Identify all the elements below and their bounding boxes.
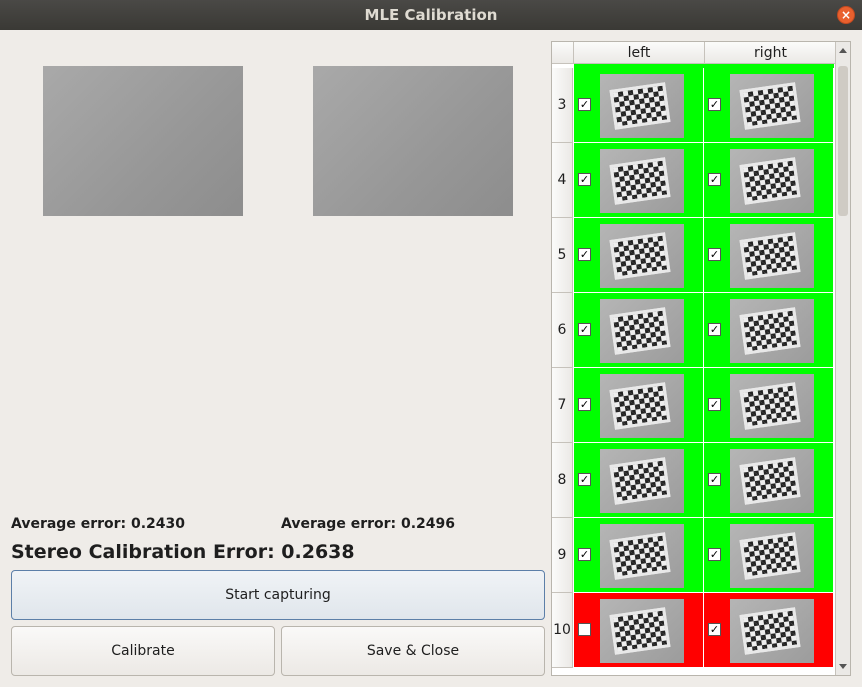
row-header[interactable]: 7 xyxy=(552,368,573,443)
window-title: MLE Calibration xyxy=(364,6,498,24)
checkerboard-icon xyxy=(739,82,801,130)
checkerboard-icon xyxy=(609,532,671,580)
left-include-checkbox[interactable]: ✓ xyxy=(578,98,591,111)
left-image-cell[interactable]: ✓ xyxy=(574,143,704,218)
row-header[interactable]: 9 xyxy=(552,518,573,593)
right-checkerboard-thumbnail xyxy=(730,74,814,138)
checkerboard-icon xyxy=(609,382,671,430)
checkerboard-icon xyxy=(739,232,801,280)
row-header[interactable]: 10 xyxy=(552,593,573,668)
right-image-cell[interactable]: ✓ xyxy=(704,368,834,443)
left-include-checkbox[interactable]: ✓ xyxy=(578,398,591,411)
left-checkerboard-thumbnail xyxy=(600,599,684,663)
left-average-error: Average error: 0.2430 xyxy=(11,516,186,532)
stereo-calibration-error: Stereo Calibration Error: 0.2638 xyxy=(11,541,355,563)
left-image-cell[interactable]: ✓ xyxy=(574,518,704,593)
row-header[interactable]: 8 xyxy=(552,443,573,518)
left-include-checkbox[interactable]: ✓ xyxy=(578,548,591,561)
row-header[interactable]: 5 xyxy=(552,218,573,293)
vertical-scrollbar[interactable] xyxy=(835,42,850,675)
right-checkerboard-thumbnail xyxy=(730,599,814,663)
table-header: left right xyxy=(552,42,836,64)
right-checkerboard-thumbnail xyxy=(730,149,814,213)
right-average-error: Average error: 0.2496 xyxy=(281,516,456,532)
left-include-checkbox[interactable]: ✓ xyxy=(578,248,591,261)
right-checkerboard-thumbnail xyxy=(730,449,814,513)
checkerboard-icon xyxy=(739,607,801,655)
right-include-checkbox[interactable]: ✓ xyxy=(708,548,721,561)
right-checkerboard-thumbnail xyxy=(730,224,814,288)
right-include-checkbox[interactable]: ✓ xyxy=(708,173,721,186)
title-bar: MLE Calibration × xyxy=(0,0,862,30)
right-image-cell[interactable]: ✓ xyxy=(704,293,834,368)
right-camera-preview xyxy=(313,66,513,216)
calibrate-button[interactable]: Calibrate xyxy=(11,626,275,676)
row-header[interactable]: 3 xyxy=(552,68,573,143)
left-image-cell[interactable]: ✓ xyxy=(574,368,704,443)
partial-row xyxy=(574,64,834,68)
left-image-cell[interactable] xyxy=(574,593,704,668)
checkerboard-icon xyxy=(739,457,801,505)
checkerboard-icon xyxy=(739,382,801,430)
checkerboard-icon xyxy=(609,307,671,355)
right-image-cell[interactable]: ✓ xyxy=(704,443,834,518)
scrollbar-thumb[interactable] xyxy=(838,66,848,216)
left-include-checkbox[interactable]: ✓ xyxy=(578,323,591,336)
checkerboard-icon xyxy=(609,157,671,205)
left-include-checkbox[interactable]: ✓ xyxy=(578,173,591,186)
row-header[interactable]: 6 xyxy=(552,293,573,368)
checkerboard-icon xyxy=(609,607,671,655)
checkerboard-icon xyxy=(739,157,801,205)
scroll-down-icon[interactable] xyxy=(839,664,847,669)
calibration-table[interactable]: left right 3 ✓ ✓ 4 ✓ ✓ 5 ✓ ✓ 6 ✓ ✓ 7 ✓ ✓ 8 ✓ ✓ 9 ✓ ✓ 10 ✓ xyxy=(551,41,851,676)
right-include-checkbox[interactable]: ✓ xyxy=(708,248,721,261)
left-checkerboard-thumbnail xyxy=(600,74,684,138)
column-header-right[interactable]: right xyxy=(704,42,836,64)
right-include-checkbox[interactable]: ✓ xyxy=(708,98,721,111)
checkerboard-icon xyxy=(739,532,801,580)
left-checkerboard-thumbnail xyxy=(600,224,684,288)
left-checkerboard-thumbnail xyxy=(600,149,684,213)
row-header[interactable]: 4 xyxy=(552,143,573,218)
checkerboard-icon xyxy=(739,307,801,355)
scroll-up-icon[interactable] xyxy=(839,48,847,53)
right-checkerboard-thumbnail xyxy=(730,299,814,363)
close-icon[interactable]: × xyxy=(837,6,855,24)
checkerboard-icon xyxy=(609,82,671,130)
left-checkerboard-thumbnail xyxy=(600,524,684,588)
left-include-checkbox[interactable] xyxy=(578,623,591,636)
right-include-checkbox[interactable]: ✓ xyxy=(708,623,721,636)
left-checkerboard-thumbnail xyxy=(600,299,684,363)
right-image-cell[interactable]: ✓ xyxy=(704,518,834,593)
checkerboard-icon xyxy=(609,232,671,280)
left-image-cell[interactable]: ✓ xyxy=(574,443,704,518)
right-include-checkbox[interactable]: ✓ xyxy=(708,473,721,486)
right-image-cell[interactable]: ✓ xyxy=(704,143,834,218)
left-checkerboard-thumbnail xyxy=(600,374,684,438)
column-header-left[interactable]: left xyxy=(573,42,704,64)
right-checkerboard-thumbnail xyxy=(730,374,814,438)
right-image-cell[interactable]: ✓ xyxy=(704,68,834,143)
checkerboard-icon xyxy=(609,457,671,505)
left-image-cell[interactable]: ✓ xyxy=(574,293,704,368)
save-close-button[interactable]: Save & Close xyxy=(281,626,545,676)
right-checkerboard-thumbnail xyxy=(730,524,814,588)
right-image-cell[interactable]: ✓ xyxy=(704,593,834,668)
start-capturing-button[interactable]: Start capturing xyxy=(11,570,545,620)
right-include-checkbox[interactable]: ✓ xyxy=(708,398,721,411)
left-include-checkbox[interactable]: ✓ xyxy=(578,473,591,486)
right-image-cell[interactable]: ✓ xyxy=(704,218,834,293)
left-camera-preview xyxy=(43,66,243,216)
left-image-cell[interactable]: ✓ xyxy=(574,218,704,293)
left-checkerboard-thumbnail xyxy=(600,449,684,513)
left-image-cell[interactable]: ✓ xyxy=(574,68,704,143)
right-include-checkbox[interactable]: ✓ xyxy=(708,323,721,336)
